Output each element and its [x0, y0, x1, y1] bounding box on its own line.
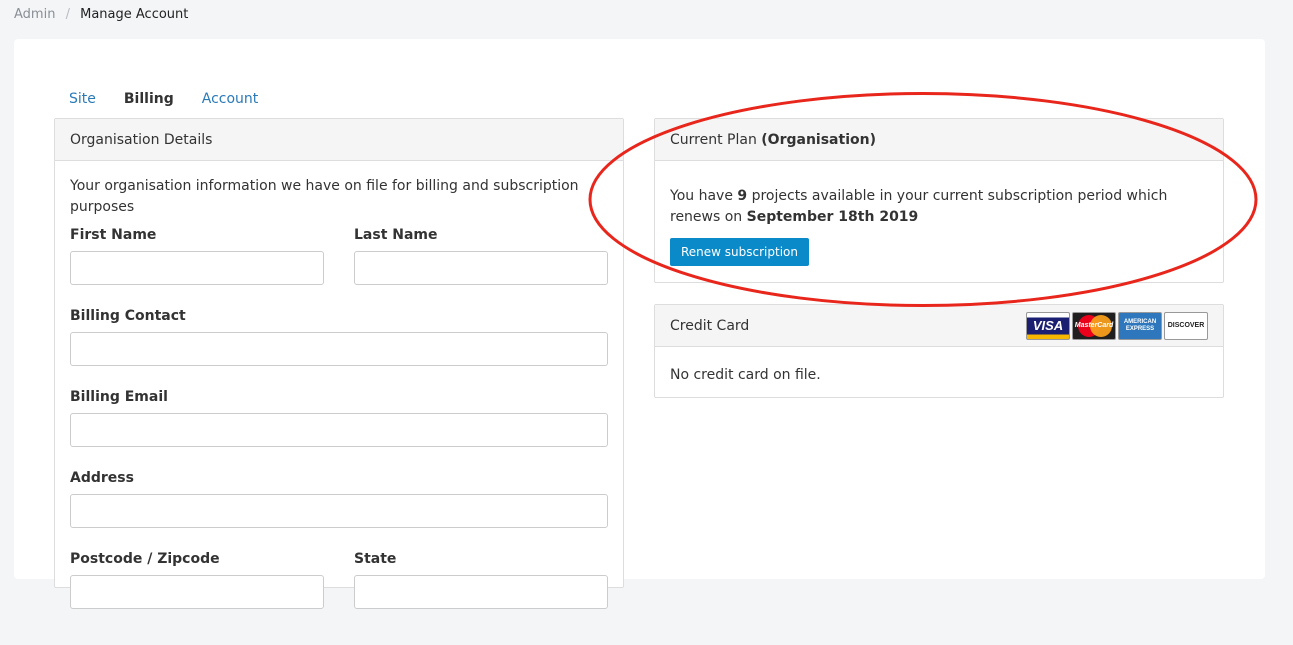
card-logos: VISA MasterCard AMERICAN EXPRESS DISCOVER — [1026, 311, 1208, 340]
postcode-field[interactable] — [70, 575, 324, 609]
mastercard-icon: MasterCard — [1072, 311, 1116, 340]
tab-bar: Site Billing Account — [55, 89, 272, 109]
billing-email-field[interactable] — [70, 413, 608, 447]
tab-site[interactable]: Site — [55, 89, 110, 109]
breadcrumb-current: Manage Account — [80, 7, 189, 22]
breadcrumb-separator: / — [65, 7, 70, 22]
tab-billing[interactable]: Billing — [110, 89, 188, 109]
credit-card-panel: Credit Card VISA MasterCard AMERICAN EXPR… — [654, 304, 1224, 398]
panel-heading: Credit Card VISA MasterCard AMERICAN EXPR… — [655, 305, 1223, 347]
current-plan-panel: Current Plan (Organisation) You have 9 p… — [654, 118, 1224, 283]
plan-text-before: You have — [670, 188, 738, 204]
renew-date: September 18th 2019 — [746, 209, 919, 225]
address-field[interactable] — [70, 494, 608, 528]
plan-name: (Organisation) — [761, 131, 876, 148]
last-name-label: Last Name — [354, 227, 438, 243]
current-plan-title: Current Plan — [670, 131, 757, 148]
renew-subscription-button[interactable]: Renew subscription — [670, 238, 809, 266]
discover-icon: DISCOVER — [1164, 311, 1208, 340]
last-name-field[interactable] — [354, 251, 608, 285]
billing-contact-label: Billing Contact — [70, 308, 186, 324]
credit-card-status: No credit card on file. — [670, 367, 821, 383]
state-label: State — [354, 551, 397, 567]
first-name-field[interactable] — [70, 251, 324, 285]
visa-icon: VISA — [1026, 311, 1070, 340]
breadcrumb: Admin / Manage Account — [14, 7, 188, 23]
billing-email-label: Billing Email — [70, 389, 168, 405]
credit-card-title: Credit Card — [670, 317, 750, 334]
state-field[interactable] — [354, 575, 608, 609]
projects-count: 9 — [737, 188, 748, 204]
organisation-details-panel: Organisation Details Your organisation i… — [54, 118, 624, 609]
address-label: Address — [70, 470, 134, 486]
panel-title: Current Plan (Organisation) — [670, 132, 876, 148]
panel-heading: Organisation Details — [55, 119, 623, 161]
billing-contact-field[interactable] — [70, 332, 608, 366]
amex-icon: AMERICAN EXPRESS — [1118, 311, 1162, 340]
org-intro-text: Your organisation information we have on… — [70, 178, 579, 215]
first-name-label: First Name — [70, 227, 157, 243]
panel-heading: Current Plan (Organisation) — [655, 119, 1223, 161]
breadcrumb-admin-link[interactable]: Admin — [14, 7, 55, 22]
plan-description: You have 9 projects available in your cu… — [670, 186, 1208, 228]
panel-title: Organisation Details — [70, 131, 213, 148]
tab-account[interactable]: Account — [188, 89, 273, 109]
postcode-label: Postcode / Zipcode — [70, 551, 220, 567]
